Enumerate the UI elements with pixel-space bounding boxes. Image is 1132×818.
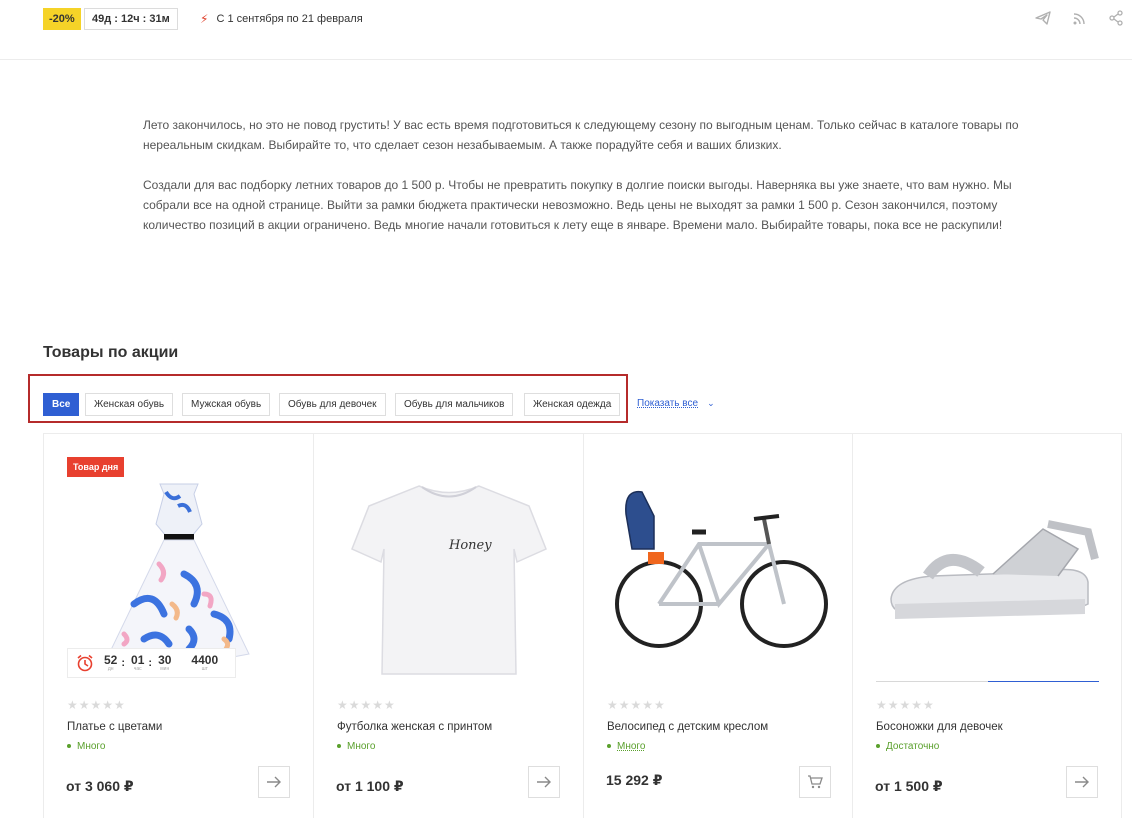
share-icon[interactable] [1107, 9, 1125, 27]
chevron-down-icon: ⌄ [707, 398, 715, 408]
product-card[interactable]: Honey ★★★★★ Футболка женская с принтом М… [313, 434, 583, 818]
details-button[interactable] [1066, 766, 1098, 798]
arrow-right-icon [267, 776, 281, 788]
product-image[interactable] [873, 454, 1103, 684]
arrow-right-icon [537, 776, 551, 788]
product-name[interactable]: Платье с цветами [67, 721, 162, 733]
image-gallery-progress-fill [988, 681, 1099, 682]
filter-chip-all[interactable]: Все [43, 393, 80, 416]
discount-badge: -20% [43, 8, 81, 30]
product-price: 15 292 ₽ [606, 772, 663, 788]
product-card[interactable]: ★★★★★ Велосипед с детским креслом Много … [583, 434, 852, 818]
product-image[interactable] [604, 454, 834, 684]
product-name[interactable]: Велосипед с детским креслом [607, 721, 768, 733]
cart-icon [808, 775, 823, 789]
section-title: Товары по акции [43, 344, 179, 361]
product-card[interactable]: ★★★★★ Босоножки для девочек Достаточно о… [852, 434, 1122, 818]
details-button[interactable] [258, 766, 290, 798]
product-card[interactable]: Товар дня 52 дн : 01 час : 30 мин 4400 шт ★★… [43, 434, 313, 818]
rating-stars: ★★★★★ [67, 698, 126, 712]
stock-status: Много [337, 741, 375, 752]
rating-stars: ★★★★★ [876, 698, 935, 712]
tshirt-print: Honey [448, 538, 492, 553]
countdown-hours: 01 час [131, 653, 145, 672]
countdown-minutes: 30 мин [158, 653, 172, 672]
product-price: от 1 500 ₽ [875, 778, 943, 794]
arrow-right-icon [1075, 776, 1089, 788]
add-to-cart-button[interactable] [799, 766, 831, 798]
product-name[interactable]: Футболка женская с принтом [337, 721, 492, 733]
filter-chip-boys-shoes[interactable]: Обувь для мальчиков [395, 393, 514, 416]
product-name[interactable]: Босоножки для девочек [876, 721, 1003, 733]
deal-countdown: 52 дн : 01 час : 30 мин 4400 шт [67, 648, 236, 678]
promo-description: Лето закончилось, но это не повод грусти… [143, 115, 1033, 255]
stock-status: Много [607, 741, 645, 752]
product-of-day-badge: Товар дня [67, 457, 125, 477]
promo-header: -20% 49д : 12ч : 31м ⚡ С 1 сентября по 2… [0, 0, 1132, 60]
lightning-icon: ⚡ [200, 12, 209, 26]
promo-period: ⚡ С 1 сентября по 21 февраля [200, 12, 363, 26]
product-image[interactable]: Honey [334, 454, 564, 684]
show-all-label: Показать все [637, 398, 699, 409]
telegram-icon[interactable] [1034, 9, 1052, 27]
stock-status: Много [67, 741, 105, 752]
description-paragraph: Лето закончилось, но это не повод грусти… [143, 118, 1019, 152]
stock-status: Достаточно [876, 741, 939, 752]
rss-icon[interactable] [1071, 9, 1089, 27]
promo-timer: 49д : 12ч : 31м [84, 8, 178, 30]
product-grid: Товар дня 52 дн : 01 час : 30 мин 4400 шт ★★… [43, 433, 1122, 818]
countdown-quantity: 4400 шт [191, 653, 219, 672]
product-price: от 1 100 ₽ [336, 778, 404, 794]
filter-chip-women-clothes[interactable]: Женская одежда [524, 393, 621, 416]
filter-chip-women-shoes[interactable]: Женская обувь [85, 393, 174, 416]
filter-chip-girls-shoes[interactable]: Обувь для девочек [279, 393, 386, 416]
description-paragraph: Создали для вас подборку летних товаров … [143, 178, 1012, 232]
details-button[interactable] [528, 766, 560, 798]
rating-stars: ★★★★★ [337, 698, 396, 712]
countdown-days: 52 дн [104, 653, 118, 672]
show-all-link[interactable]: Показать все ⌄ [637, 398, 715, 409]
product-price: от 3 060 ₽ [66, 778, 134, 794]
filter-chip-men-shoes[interactable]: Мужская обувь [182, 393, 271, 416]
rating-stars: ★★★★★ [607, 698, 666, 712]
image-gallery-progress [876, 681, 1099, 682]
alarm-clock-icon [77, 654, 93, 672]
promo-period-text: С 1 сентября по 21 февраля [216, 13, 363, 25]
